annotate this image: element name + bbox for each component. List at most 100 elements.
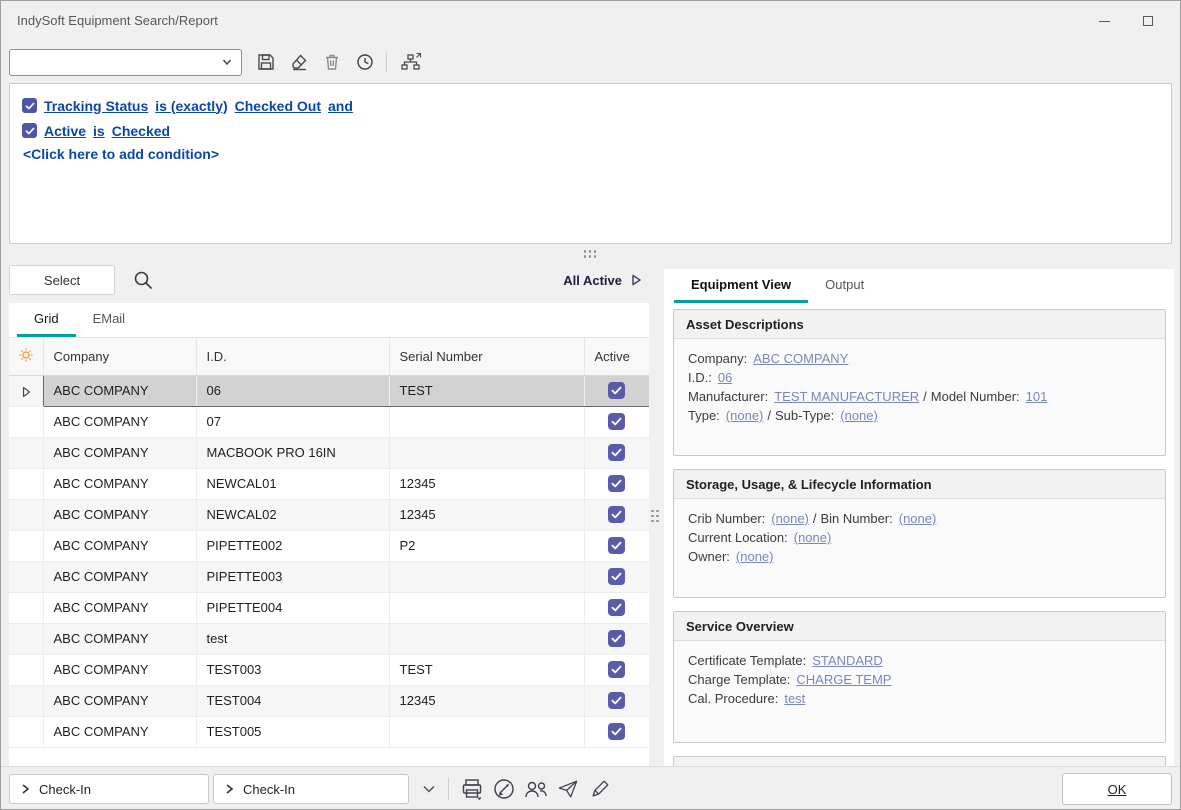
table-row[interactable]: ABC COMPANYTEST00412345 [9,685,649,716]
cell-active[interactable] [584,406,649,437]
field-value-link[interactable]: CHARGE TEMP [796,672,891,687]
condition-checkbox[interactable] [22,98,37,113]
field-value-link[interactable]: (none) [794,530,832,545]
row-indicator-cell[interactable] [9,375,43,406]
row-indicator-cell[interactable] [9,623,43,654]
active-checkbox[interactable] [608,599,625,616]
table-row[interactable]: ABC COMPANYNEWCAL0112345 [9,468,649,499]
cell-active[interactable] [584,561,649,592]
column-header-id[interactable]: I.D. [196,338,389,375]
cell-serial[interactable]: 12345 [389,685,584,716]
cell-serial[interactable]: TEST [389,654,584,685]
cell-active[interactable] [584,375,649,406]
field-value-link[interactable]: STANDARD [812,653,883,668]
cell-serial[interactable] [389,716,584,747]
cell-id[interactable]: PIPETTE003 [196,561,389,592]
condition-field-link[interactable]: Tracking Status [44,98,148,114]
checkin-button-secondary[interactable]: Check-In [213,774,409,804]
condition-value-link[interactable]: Checked Out [235,98,321,114]
table-row[interactable]: ABC COMPANYPIPETTE003 [9,561,649,592]
cell-id[interactable]: test [196,623,389,654]
cell-company[interactable]: ABC COMPANY [43,406,196,437]
field-value-link[interactable]: 06 [718,370,732,385]
field-value-link[interactable]: TEST MANUFACTURER [774,389,919,404]
users-button[interactable] [520,774,552,804]
row-indicator-cell[interactable] [9,530,43,561]
field-value-link[interactable]: (none) [736,549,774,564]
column-header-company[interactable]: Company [43,338,196,375]
active-checkbox[interactable] [608,568,625,585]
row-indicator-cell[interactable] [9,716,43,747]
tab-email[interactable]: EMail [76,303,143,337]
table-row[interactable]: ABC COMPANY07 [9,406,649,437]
condition-checkbox[interactable] [22,123,37,138]
cell-company[interactable]: ABC COMPANY [43,716,196,747]
row-indicator-cell[interactable] [9,592,43,623]
table-row[interactable]: ABC COMPANY06TEST [9,375,649,406]
row-indicator-cell[interactable] [9,654,43,685]
field-value-link[interactable]: test [784,691,805,706]
select-button[interactable]: Select [9,265,115,295]
table-row[interactable]: ABC COMPANYMACBOOK PRO 16IN [9,437,649,468]
cell-id[interactable]: 06 [196,375,389,406]
table-row[interactable]: ABC COMPANYTEST005 [9,716,649,747]
cell-company[interactable]: ABC COMPANY [43,468,196,499]
tab-equipment-view[interactable]: Equipment View [674,269,808,303]
cell-serial[interactable]: 12345 [389,468,584,499]
save-button[interactable] [251,48,281,76]
row-indicator-cell[interactable] [9,437,43,468]
field-value-link[interactable]: (none) [899,511,937,526]
cell-active[interactable] [584,437,649,468]
scope-filter[interactable]: All Active [563,273,649,288]
delete-button[interactable] [317,48,347,76]
condition-operator-link[interactable]: is (exactly) [155,98,227,114]
cell-id[interactable]: NEWCAL01 [196,468,389,499]
cell-serial[interactable] [389,623,584,654]
cell-id[interactable]: PIPETTE002 [196,530,389,561]
more-actions-button[interactable] [417,777,441,801]
cell-company[interactable]: ABC COMPANY [43,499,196,530]
cell-id[interactable]: 07 [196,406,389,437]
cell-id[interactable]: MACBOOK PRO 16IN [196,437,389,468]
cell-active[interactable] [584,685,649,716]
add-condition-link[interactable]: <Click here to add condition> [23,146,219,162]
cell-active[interactable] [584,530,649,561]
field-value-link[interactable]: (none) [771,511,809,526]
cell-active[interactable] [584,716,649,747]
active-checkbox[interactable] [608,537,625,554]
tab-output[interactable]: Output [808,269,881,303]
table-row[interactable]: ABC COMPANYTEST003TEST [9,654,649,685]
column-header-active[interactable]: Active [584,338,649,375]
active-checkbox[interactable] [608,413,625,430]
row-indicator-cell[interactable] [9,406,43,437]
cell-company[interactable]: ABC COMPANY [43,623,196,654]
table-row[interactable]: ABC COMPANYPIPETTE002P2 [9,530,649,561]
search-button[interactable] [129,266,157,294]
tab-grid[interactable]: Grid [17,303,76,337]
hierarchy-button[interactable] [396,48,426,76]
table-row[interactable]: ABC COMPANYtest [9,623,649,654]
cell-serial[interactable]: TEST [389,375,584,406]
active-checkbox[interactable] [608,444,625,461]
horizontal-splitter[interactable] [577,248,605,262]
maximize-button[interactable] [1126,1,1170,41]
edit-button[interactable] [488,774,520,804]
cell-id[interactable]: TEST005 [196,716,389,747]
condition-field-link[interactable]: Active [44,123,86,139]
cell-serial[interactable] [389,561,584,592]
vertical-splitter[interactable] [648,502,664,532]
cell-serial[interactable] [389,406,584,437]
cell-serial[interactable] [389,592,584,623]
cell-active[interactable] [584,592,649,623]
table-row[interactable]: ABC COMPANYNEWCAL0212345 [9,499,649,530]
active-checkbox[interactable] [608,630,625,647]
cell-active[interactable] [584,654,649,685]
cell-company[interactable]: ABC COMPANY [43,530,196,561]
cell-active[interactable] [584,623,649,654]
cell-id[interactable]: TEST003 [196,654,389,685]
customize-columns-button[interactable] [9,338,43,375]
cell-company[interactable]: ABC COMPANY [43,561,196,592]
clear-button[interactable] [284,48,314,76]
condition-conjunction-link[interactable]: and [328,98,353,114]
row-indicator-cell[interactable] [9,561,43,592]
